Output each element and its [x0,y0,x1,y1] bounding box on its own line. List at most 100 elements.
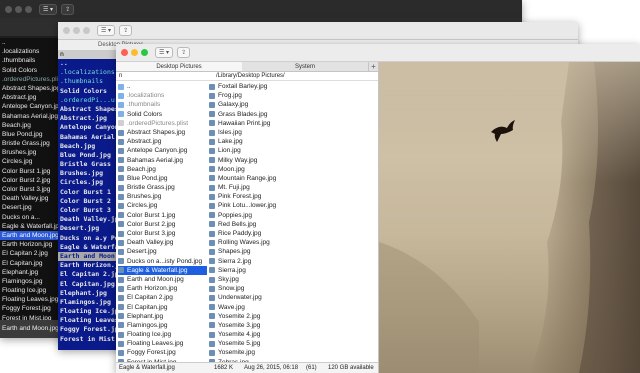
list-item[interactable]: Earth and Moon.jpg [0,230,58,241]
list-item[interactable]: Floating Ice.jpg [58,307,118,316]
list-item[interactable]: Abstract.jpg [58,114,118,123]
list-item[interactable]: Ducks on a.y Pond [58,234,118,243]
tab-system[interactable]: System [242,62,368,71]
list-item[interactable]: El Capitan 2.jpg [0,249,58,258]
view-menu-button[interactable]: ☰ ▾ [155,47,174,58]
list-item[interactable]: Brushes.jpg [118,192,207,201]
list-item[interactable]: .thumbnails [0,56,58,65]
list-item[interactable]: Foggy Forest.jpg [0,304,58,313]
list-item[interactable]: Lake.jpg [209,137,299,146]
list-item[interactable]: Blue Pond.jpg [58,151,118,160]
list-item[interactable]: Yosemite 2.jpg [209,312,299,321]
list-item[interactable]: Bristle Grass.jpg [0,139,58,148]
list-item[interactable]: Circles.jpg [0,157,58,166]
list-item[interactable]: Solid Colors [58,87,118,96]
list-item[interactable]: Bahamas Aerial [58,133,118,142]
list-item[interactable]: .orderedPictures.plist [118,119,207,128]
list-item[interactable]: Sierra 2.jpg [209,257,299,266]
list-item[interactable]: Blue Pond.jpg [118,174,207,183]
list-item[interactable]: Galaxy.jpg [209,100,299,109]
list-item[interactable]: Elephant.jpg [58,289,118,298]
list-item[interactable]: Abstract Shapes.jpg [0,84,58,93]
list-item[interactable]: Solid Colors [118,110,207,119]
list-item[interactable]: Hawaiian Print.jpg [209,119,299,128]
list-item[interactable]: Rice Paddy.jpg [209,229,299,238]
list-item[interactable]: Earth Horizon.jpg [0,240,58,249]
minimize-icon[interactable] [131,49,138,56]
list-item[interactable]: Elephant.jpg [118,312,207,321]
list-item[interactable]: Flamingos.jpg [0,277,58,286]
list-item[interactable]: .thumbnails [58,77,118,86]
list-item[interactable]: Forest in Mist.jpg [58,335,118,344]
list-item[interactable]: Brushes.jpg [58,169,118,178]
list-item[interactable]: Rolling Waves.jpg [209,238,299,247]
list-item[interactable]: Brushes.jpg [0,148,58,157]
list-item[interactable]: .orderedPi...ures [58,96,118,105]
list-item[interactable]: Yosemite.jpg [209,348,299,357]
list-item[interactable]: Abstract Shapes [58,105,118,114]
list-item[interactable]: Death Valley.jpg [58,215,118,224]
list-item[interactable]: Floating Leaves [58,316,118,325]
list-item[interactable]: Color Burst 2.jpg [0,176,58,185]
list-item[interactable]: .localizations [0,47,58,56]
list-item[interactable]: Pink Lotu...lower.jpg [209,201,299,210]
list-item[interactable]: Color Burst 2 [58,197,118,206]
list-item[interactable]: Pink Forest.jpg [209,192,299,201]
title-bar[interactable]: ☰ ▾ ⇪ [58,22,578,40]
list-item[interactable]: El Capitan 2.jpg [58,270,118,279]
list-item[interactable]: Mountain Range.jpg [209,174,299,183]
list-item[interactable]: Desert.jpg [118,247,207,256]
list-item[interactable]: Red Bells.jpg [209,220,299,229]
list-item[interactable]: Eagle & Waterfall [58,243,118,252]
list-item[interactable]: Color Burst 3.jpg [118,229,207,238]
list-item[interactable]: Floating Leaves.jpg [118,339,207,348]
new-tab-button[interactable]: + [368,62,378,71]
list-item[interactable]: Circles.jpg [58,178,118,187]
list-item[interactable]: Flamingos.jpg [58,298,118,307]
list-item[interactable]: .localizations [58,68,118,77]
list-item[interactable]: Bahamas Aerial.jpg [0,112,58,121]
close-icon[interactable] [63,27,70,34]
close-icon[interactable] [121,49,128,56]
list-item[interactable]: El Capitan 2.jpg [118,293,207,302]
list-item[interactable]: Floating Leaves.jpg [0,295,58,304]
list-item[interactable]: Foggy Forest.jpg [58,325,118,334]
list-item[interactable]: Ducks on a... [0,213,58,222]
list-item[interactable]: Snow.jpg [209,284,299,293]
list-item[interactable]: Color Burst 3 [58,206,118,215]
share-icon[interactable]: ⇪ [119,25,133,36]
list-item[interactable]: Frog.jpg [209,91,299,100]
list-item[interactable]: .. [58,59,118,68]
list-item[interactable]: Grass Blades.jpg [209,110,299,119]
list-item[interactable]: Foxtail Barley.jpg [209,82,299,91]
column-name-header[interactable]: n [119,72,122,81]
list-item[interactable]: Wave.jpg [209,303,299,312]
list-item[interactable]: Moon.jpg [209,165,299,174]
share-icon[interactable]: ⇪ [61,3,75,15]
list-item[interactable]: Beach.jpg [118,165,207,174]
list-item[interactable]: Earth and Moon.jpg [118,275,207,284]
list-item[interactable]: El Capitan.jpg [118,303,207,312]
list-item[interactable]: Shapes.jpg [209,247,299,256]
list-item[interactable]: Blue Pond.jpg [0,130,58,139]
view-menu-button[interactable]: ☰ ▾ [39,3,58,15]
zoom-icon[interactable] [25,5,32,13]
list-item[interactable]: Death Valley.jpg [118,238,207,247]
share-icon[interactable]: ⇪ [177,47,191,58]
zoom-icon[interactable] [83,27,90,34]
list-item[interactable]: Isles.jpg [209,128,299,137]
list-item[interactable]: Eagle & Waterfall.jpg [0,222,58,231]
list-item[interactable]: Floating Ice.jpg [118,330,207,339]
list-item[interactable]: Abstract.jpg [118,137,207,146]
list-item[interactable]: Yosemite 4.jpg [209,330,299,339]
list-item[interactable]: .localizations [118,91,207,100]
list-item[interactable]: Floating Ice.jpg [0,286,58,295]
list-item[interactable]: Yosemite 3.jpg [209,321,299,330]
list-item[interactable]: Bahamas Aerial.jpg [118,156,207,165]
list-item[interactable]: Circles.jpg [118,201,207,210]
list-item[interactable]: .orderedPictures.plist [0,75,58,84]
list-item[interactable]: Ducks on a...isty Pond.jpg [118,257,207,266]
list-item[interactable]: Color Burst 2.jpg [118,220,207,229]
front-window[interactable]: ☰ ▾ ⇪ Desktop Pictures System + n /Libra… [116,44,640,373]
list-item[interactable]: Elephant.jpg [0,268,58,277]
